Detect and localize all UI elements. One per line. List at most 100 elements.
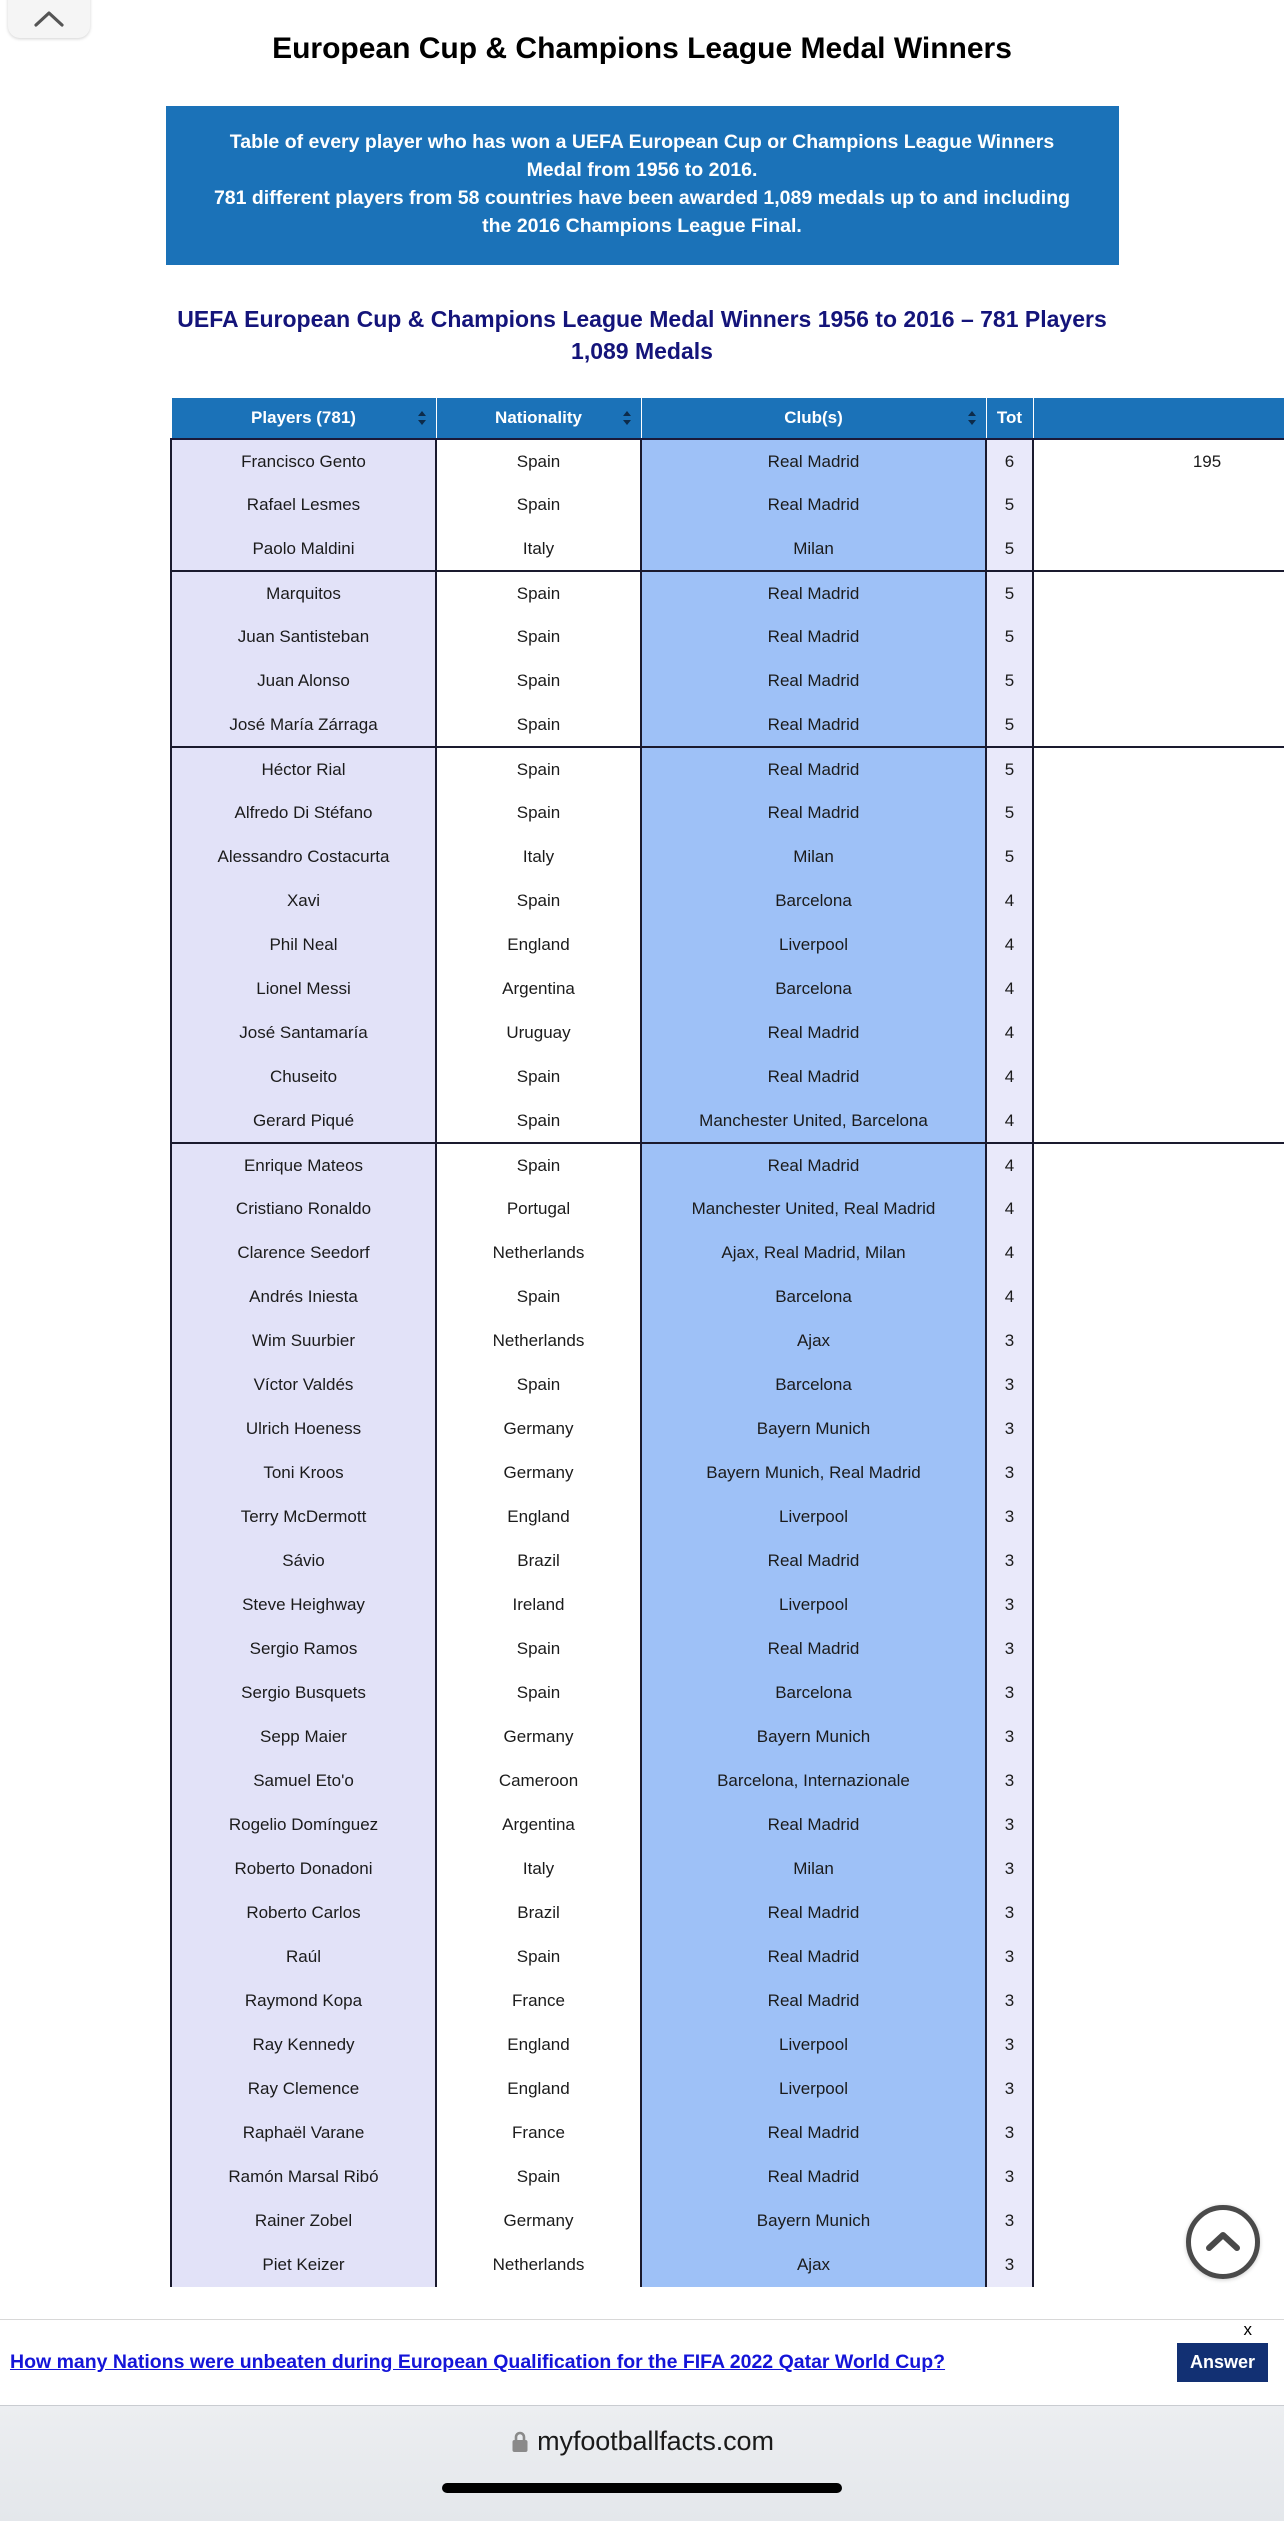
medals-table-container[interactable]: Players (781) Nationality Club(s) Tot Fr… — [170, 396, 1284, 2288]
cell-nationality: England — [435, 2067, 642, 2112]
cell-total: 5 — [985, 835, 1034, 880]
column-header-nationality[interactable]: Nationality — [435, 396, 642, 441]
cell-years — [1032, 1803, 1284, 1848]
cell-clubs: Real Madrid — [640, 1891, 987, 1936]
cell-nationality: Cameroon — [435, 1759, 642, 1804]
cell-nationality: Spain — [435, 659, 642, 704]
cell-player: Chuseito — [170, 1055, 437, 1100]
cell-years — [1032, 659, 1284, 704]
table-row: Marquitos Spain Real Madrid 5 — [170, 570, 1284, 616]
cell-years — [1032, 1671, 1284, 1716]
table-row: Rogelio Domínguez Argentina Real Madrid 3 — [170, 1803, 1284, 1848]
cell-player: Cristiano Ronaldo — [170, 1187, 437, 1232]
cell-total: 3 — [985, 1847, 1034, 1892]
table-row: Ulrich Hoeness Germany Bayern Munich 3 — [170, 1407, 1284, 1452]
cell-player: Clarence Seedorf — [170, 1231, 437, 1276]
cell-clubs: Real Madrid — [640, 746, 987, 792]
cell-total: 3 — [985, 1451, 1034, 1496]
cell-player: Juan Santisteban — [170, 615, 437, 660]
cell-total: 3 — [985, 1363, 1034, 1408]
column-header-players[interactable]: Players (781) — [170, 396, 437, 441]
cell-nationality: France — [435, 2111, 642, 2156]
cell-years — [1032, 879, 1284, 924]
cell-nationality: Spain — [435, 703, 642, 749]
cell-clubs: Real Madrid — [640, 1627, 987, 1672]
cell-clubs: Real Madrid — [640, 2155, 987, 2200]
cell-nationality: Brazil — [435, 1891, 642, 1936]
cell-player: Lionel Messi — [170, 967, 437, 1012]
cell-total: 3 — [985, 1627, 1034, 1672]
ad-answer-button[interactable]: x Answer — [1176, 2321, 1268, 2382]
table-row: Sávio Brazil Real Madrid 3 — [170, 1539, 1284, 1584]
cell-total: 5 — [985, 746, 1034, 792]
page-title: European Cup & Champions League Medal Wi… — [272, 32, 1012, 65]
cell-nationality: Germany — [435, 2199, 642, 2244]
cell-nationality: Germany — [435, 1715, 642, 1760]
cell-nationality: England — [435, 1495, 642, 1540]
cell-clubs: Manchester United, Real Madrid — [640, 1187, 987, 1232]
cell-clubs: Real Madrid — [640, 659, 987, 704]
cell-years — [1032, 2023, 1284, 2068]
cell-total: 3 — [985, 1715, 1034, 1760]
cell-clubs: Barcelona — [640, 1671, 987, 1716]
url-bar[interactable]: myfootballfacts.com — [510, 2426, 774, 2457]
table-head: Players (781) Nationality Club(s) Tot — [170, 396, 1284, 441]
cell-player: Enrique Mateos — [170, 1142, 437, 1188]
cell-player: Sepp Maier — [170, 1715, 437, 1760]
sort-arrows-icon[interactable] — [416, 410, 428, 426]
cell-nationality: Argentina — [435, 1803, 642, 1848]
cell-clubs: Milan — [640, 527, 987, 573]
cell-clubs: Liverpool — [640, 1495, 987, 1540]
table-row: Lionel Messi Argentina Barcelona 4 — [170, 967, 1284, 1012]
ad-question-link[interactable]: How many Nations were unbeaten during Eu… — [0, 2351, 1177, 2374]
cell-player: Andrés Iniesta — [170, 1275, 437, 1320]
cell-player: Toni Kroos — [170, 1451, 437, 1496]
cell-clubs: Bayern Munich — [640, 1407, 987, 1452]
cell-player: Marquitos — [170, 570, 437, 616]
cell-years — [1032, 1407, 1284, 1452]
cell-total: 5 — [985, 527, 1034, 573]
column-header-clubs[interactable]: Club(s) — [640, 396, 987, 441]
column-header-years[interactable] — [1032, 396, 1284, 441]
column-header-total[interactable]: Tot — [985, 396, 1034, 441]
cell-years — [1032, 1627, 1284, 1672]
cell-nationality: Spain — [435, 1142, 642, 1188]
cell-years — [1032, 1539, 1284, 1584]
page-content: European Cup & Champions League Medal Wi… — [0, 0, 1284, 2300]
sort-arrows-icon[interactable] — [966, 410, 978, 426]
cell-years — [1032, 570, 1284, 616]
cell-player: Sergio Busquets — [170, 1671, 437, 1716]
table-row: Héctor Rial Spain Real Madrid 5 — [170, 746, 1284, 792]
cell-nationality: Italy — [435, 527, 642, 573]
cell-player: Steve Heighway — [170, 1583, 437, 1628]
circle-chevron-up-icon — [1206, 2232, 1240, 2251]
cell-years — [1032, 967, 1284, 1012]
cell-player: Ulrich Hoeness — [170, 1407, 437, 1452]
scroll-up-chip[interactable] — [8, 0, 90, 38]
table-row: Ray Kennedy England Liverpool 3 — [170, 2023, 1284, 2068]
cell-total: 3 — [985, 1671, 1034, 1716]
chevron-up-icon — [34, 11, 64, 27]
table-row: Francisco Gento Spain Real Madrid 6 195 — [170, 438, 1284, 484]
cell-nationality: Netherlands — [435, 2243, 642, 2288]
cell-player: Ray Clemence — [170, 2067, 437, 2112]
cell-years — [1032, 1847, 1284, 1892]
sort-arrows-icon[interactable] — [621, 410, 633, 426]
cell-nationality: Portugal — [435, 1187, 642, 1232]
cell-total: 3 — [985, 1803, 1034, 1848]
cell-player: Raphaël Varane — [170, 2111, 437, 2156]
cell-total: 4 — [985, 1011, 1034, 1056]
cell-years — [1032, 1759, 1284, 1804]
table-row: Cristiano Ronaldo Portugal Manchester Unit… — [170, 1187, 1284, 1232]
cell-clubs: Liverpool — [640, 1583, 987, 1628]
cell-clubs: Real Madrid — [640, 438, 987, 484]
table-row: Wim Suurbier Netherlands Ajax 3 — [170, 1319, 1284, 1364]
cell-total: 4 — [985, 879, 1034, 924]
cell-player: Ramón Marsal Ribó — [170, 2155, 437, 2200]
scroll-to-top-button[interactable] — [1186, 2205, 1260, 2279]
cell-clubs: Liverpool — [640, 2023, 987, 2068]
table-row: Xavi Spain Barcelona 4 — [170, 879, 1284, 924]
info-box: Table of every player who has won a UEFA… — [165, 105, 1119, 265]
home-indicator[interactable] — [442, 2483, 842, 2493]
ad-close-button[interactable]: x — [1244, 2321, 1253, 2338]
